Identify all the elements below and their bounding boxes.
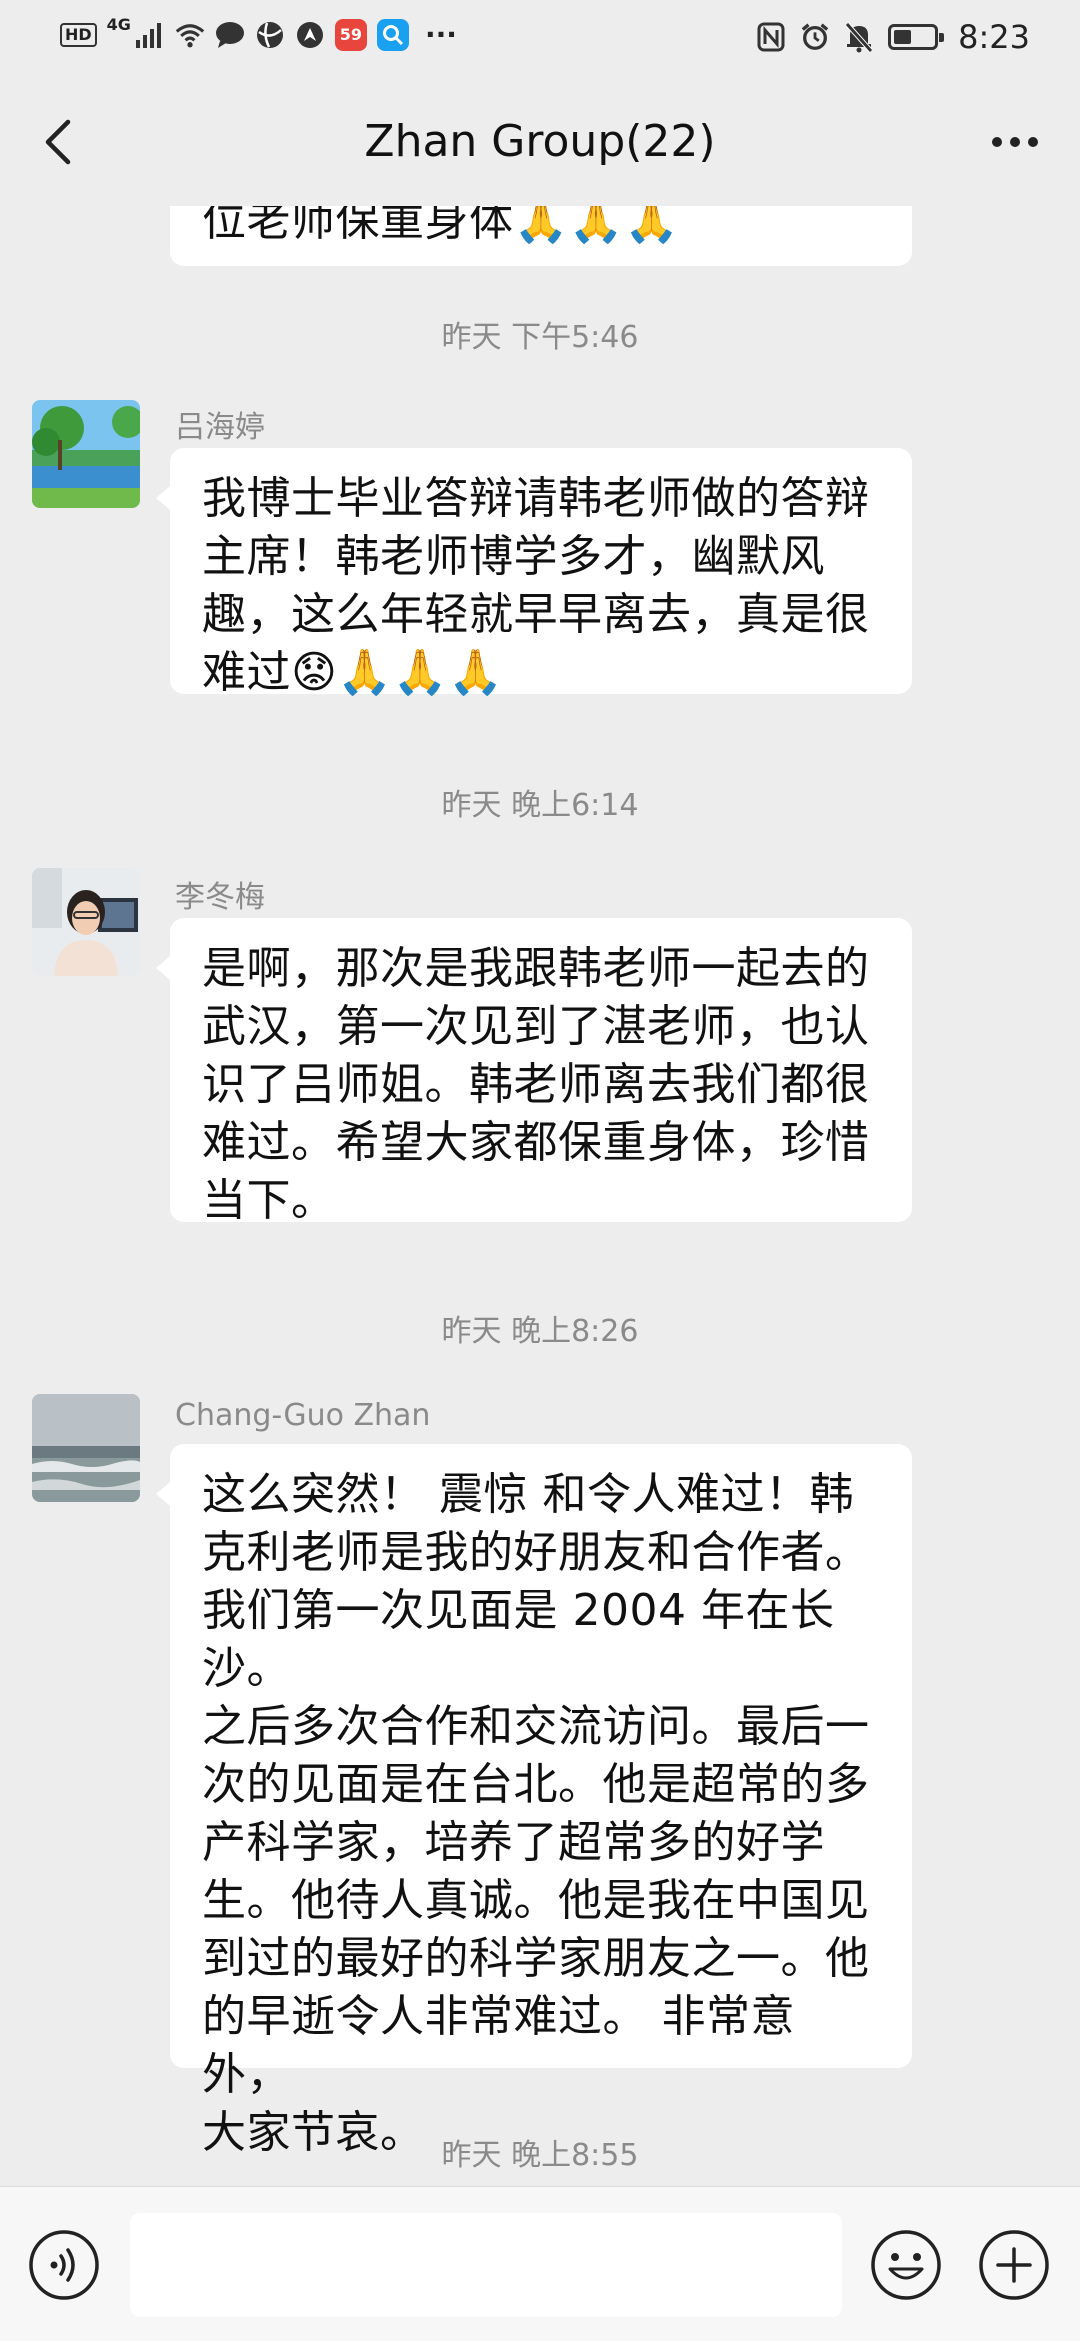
avatar[interactable] bbox=[32, 868, 140, 976]
location-icon bbox=[295, 20, 325, 50]
message-line: 我们第一次见面是 2004 年在长沙。 bbox=[202, 1585, 835, 1694]
more-button[interactable] bbox=[980, 112, 1050, 172]
network-label: 4G bbox=[106, 15, 131, 34]
sender-name: 吕海婷 bbox=[175, 410, 265, 445]
message-input[interactable] bbox=[130, 2213, 842, 2317]
message-line: 这么突然！ 震惊 和令人难过！韩 bbox=[202, 1469, 854, 1520]
message-line: 的早逝令人非常难过。 非常意外， bbox=[202, 1991, 795, 2100]
timestamp: 昨天 晚上8:55 bbox=[441, 2138, 639, 2173]
message-line: 产科学家，培养了超常多的好学 bbox=[202, 1817, 825, 1868]
more-dots-icon bbox=[992, 137, 1038, 147]
message-list[interactable]: 位老师保重身体🙏🙏🙏 昨天 下午5:46 吕海婷 我博士毕业答辩请韩老师做的答辩… bbox=[0, 206, 1080, 2186]
message-line: 我博士毕业答辩请韩老师做的答辩 bbox=[202, 473, 870, 524]
message-line: 生。他待人真诚。他是我在中国见 bbox=[202, 1875, 870, 1926]
input-bar bbox=[0, 2186, 1080, 2341]
message-line: 到过的最好的科学家朋友之一。他 bbox=[202, 1933, 870, 1984]
message-line: 克利老师是我的好朋友和合作者。 bbox=[202, 1527, 870, 1578]
hd-badge: HD bbox=[60, 22, 97, 47]
app-badge-text: 59 bbox=[339, 25, 363, 44]
sender-name: 李冬梅 bbox=[175, 880, 265, 915]
timestamp: 昨天 下午5:46 bbox=[441, 320, 639, 355]
message-line: 之后多次合作和交流访问。最后一 bbox=[202, 1701, 870, 1752]
emoji-icon bbox=[871, 2230, 941, 2300]
message-line: 当下。 bbox=[202, 1175, 336, 1226]
wifi-icon bbox=[175, 20, 205, 50]
avatar[interactable] bbox=[32, 1394, 140, 1502]
alarm-icon bbox=[800, 22, 830, 52]
message-bubble-partial[interactable]: 位老师保重身体🙏🙏🙏 bbox=[170, 206, 912, 266]
message-line: 武汉，第一次见到了湛老师，也认 bbox=[202, 1001, 870, 1052]
message-bubble[interactable]: 是啊，那次是我跟韩老师一起去的 武汉，第一次见到了湛老师，也认 识了吕师姐。韩老… bbox=[156, 918, 912, 1226]
app-icon: 59 bbox=[334, 18, 367, 51]
browser-icon bbox=[255, 20, 285, 50]
battery-icon bbox=[888, 24, 945, 50]
status-overflow: ··· bbox=[424, 18, 457, 51]
message-bubble[interactable]: 这么突然！ 震惊 和令人难过！韩 克利老师是我的好朋友和合作者。 我们第一次见面… bbox=[156, 1444, 912, 2158]
message-line: 识了吕师姐。韩老师离去我们都很 bbox=[202, 1059, 870, 1110]
message-line: 是啊，那次是我跟韩老师一起去的 bbox=[202, 943, 870, 994]
message-line: 主席！韩老师博学多才，幽默风 bbox=[202, 531, 825, 582]
chat-title: Zhan Group(22) bbox=[364, 116, 716, 167]
signal-icon bbox=[135, 20, 165, 50]
voice-button[interactable] bbox=[28, 2229, 100, 2301]
status-bar: HD 4G 59 ··· 8:23 bbox=[0, 0, 1080, 76]
message-line: 趣，这么年轻就早早离去，真是很 bbox=[202, 589, 870, 640]
chat-bubble-icon bbox=[215, 20, 245, 50]
timestamp: 昨天 晚上6:14 bbox=[441, 788, 639, 823]
more-actions-button[interactable] bbox=[978, 2229, 1050, 2301]
search-app-icon bbox=[376, 18, 409, 51]
sender-name: Chang-Guo Zhan bbox=[175, 1398, 431, 1433]
plus-icon bbox=[979, 2230, 1049, 2300]
voice-icon bbox=[29, 2230, 99, 2300]
message-line: 难过。希望大家都保重身体，珍惜 bbox=[202, 1117, 870, 1168]
message-text: 位老师保重身体🙏🙏🙏 bbox=[202, 206, 680, 246]
status-time: 8:23 bbox=[958, 18, 1030, 56]
message-line: 难过😟🙏🙏🙏 bbox=[202, 647, 504, 698]
mute-icon bbox=[844, 22, 874, 53]
message-bubble[interactable]: 我博士毕业答辩请韩老师做的答辩 主席！韩老师博学多才，幽默风 趣，这么年轻就早早… bbox=[156, 448, 912, 698]
nfc-icon bbox=[756, 22, 786, 52]
avatar[interactable] bbox=[32, 400, 140, 508]
timestamp: 昨天 晚上8:26 bbox=[441, 1314, 639, 1349]
chat-header: Zhan Group(22) bbox=[0, 76, 1080, 206]
battery-fill bbox=[894, 30, 912, 44]
emoji-button[interactable] bbox=[870, 2229, 942, 2301]
message-line: 次的见面是在台北。他是超常的多 bbox=[202, 1759, 870, 1810]
